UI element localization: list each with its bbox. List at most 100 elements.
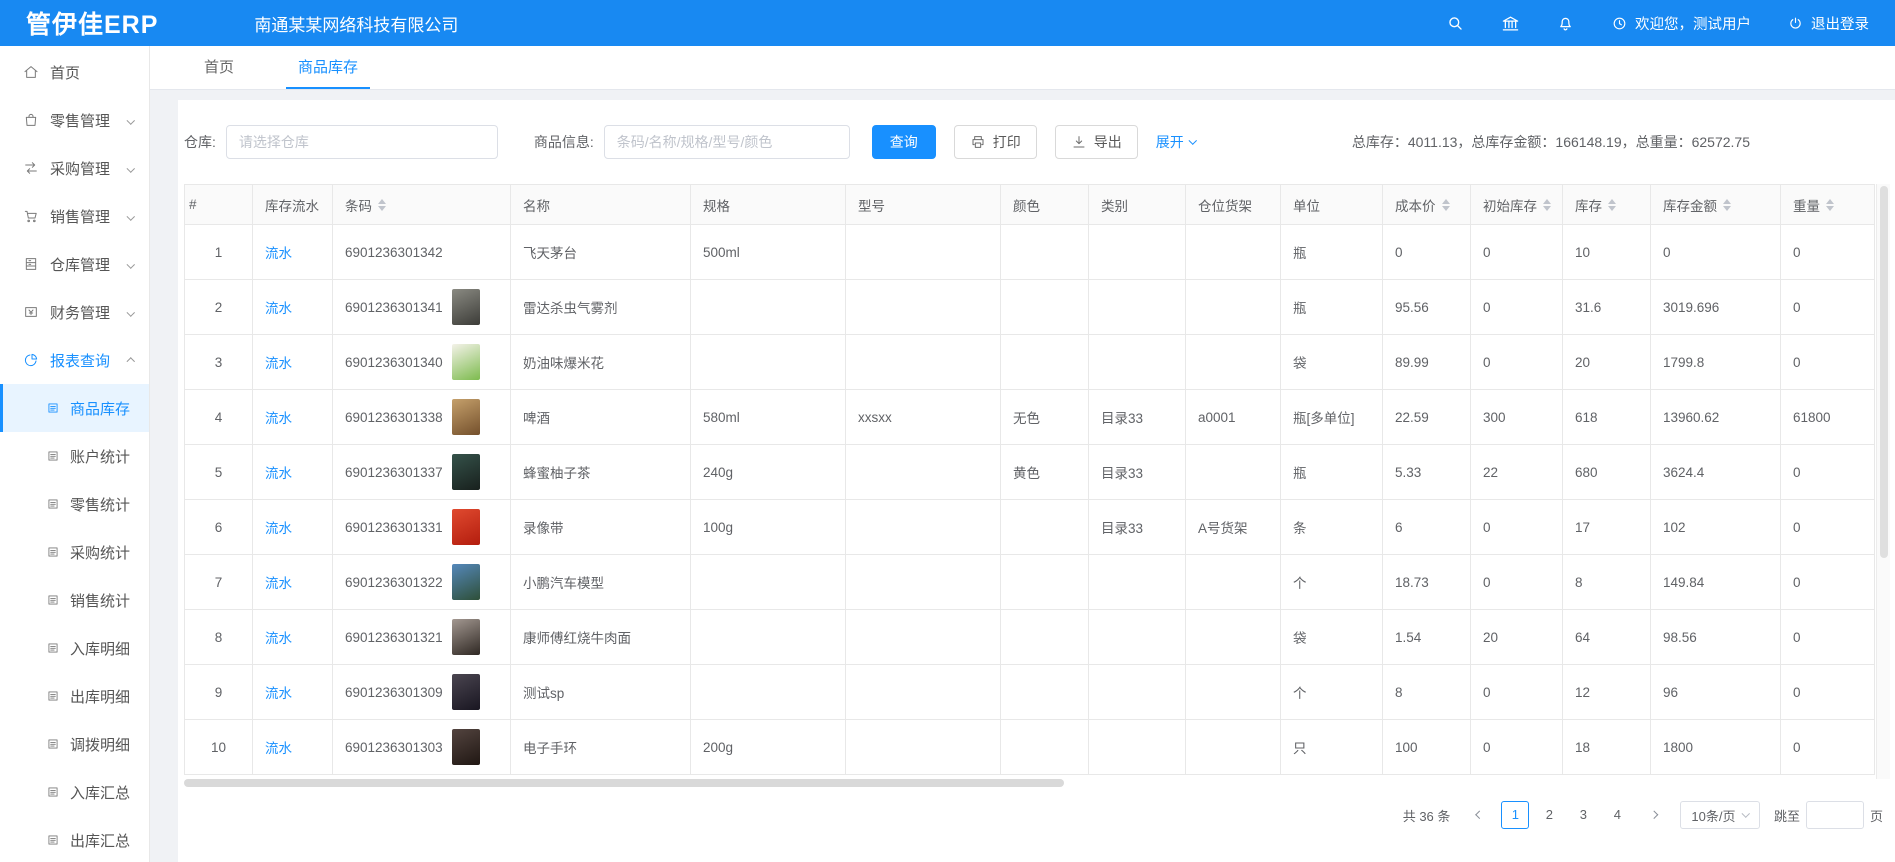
- column-header-6: 颜色: [1001, 185, 1089, 225]
- column-header-5: 型号: [846, 185, 1001, 225]
- page-button-1[interactable]: 1: [1501, 801, 1529, 829]
- sidebar-subitem-outbound-detail[interactable]: 出库明细: [0, 672, 149, 720]
- cell-cost: 100: [1383, 720, 1471, 775]
- flow-link[interactable]: 流水: [265, 741, 292, 756]
- table-row: 1流水6901236301342飞天茅台500ml瓶001000: [185, 225, 1875, 280]
- inventory-summary: 总库存：4011.13，总库存金额：166148.19，总重量：62572.75: [1352, 132, 1750, 152]
- search-button[interactable]: 查询: [872, 125, 936, 159]
- bell-icon[interactable]: [1556, 14, 1575, 33]
- cell-barcode: 6901236301340: [333, 335, 511, 390]
- cell-category: [1089, 225, 1186, 280]
- product-thumbnail[interactable]: [452, 289, 480, 325]
- sidebar-item-finance[interactable]: 财务管理: [0, 288, 149, 336]
- list-icon: [46, 401, 60, 415]
- sidebar-item-sales[interactable]: 销售管理: [0, 192, 149, 240]
- table-row: 9流水6901236301309测试sp个8012960: [185, 665, 1875, 720]
- page-button-2[interactable]: 2: [1535, 801, 1563, 829]
- sidebar-item-home[interactable]: 首页: [0, 48, 149, 96]
- column-header-14: 重量: [1781, 185, 1875, 225]
- product-thumbnail[interactable]: [452, 344, 480, 380]
- cell-weight: 61800: [1781, 390, 1875, 445]
- sidebar-subitem-retail-stats[interactable]: 零售统计: [0, 480, 149, 528]
- list-icon: [46, 593, 60, 607]
- sidebar-subitem-sales-stats[interactable]: 销售统计: [0, 576, 149, 624]
- flow-link[interactable]: 流水: [265, 631, 292, 646]
- sort-icon[interactable]: [1723, 199, 1731, 211]
- product-thumbnail[interactable]: [452, 564, 480, 600]
- cell-unit: 袋: [1281, 335, 1383, 390]
- horizontal-scrollbar-thumb[interactable]: [184, 779, 1064, 787]
- warehouse-select[interactable]: [226, 125, 498, 159]
- logout-button[interactable]: 退出登录: [1787, 13, 1869, 34]
- column-header-12: 库存: [1563, 185, 1651, 225]
- sidebar-item-warehouse[interactable]: 仓库管理: [0, 240, 149, 288]
- page-button-4[interactable]: 4: [1603, 801, 1631, 829]
- report-pie-icon: [23, 352, 39, 368]
- search-icon[interactable]: [1446, 14, 1465, 33]
- horizontal-scrollbar[interactable]: [184, 779, 1874, 787]
- flow-link[interactable]: 流水: [265, 246, 292, 261]
- bank-icon[interactable]: [1501, 14, 1520, 33]
- cell-shelf: [1186, 445, 1281, 500]
- inventory-table-wrap: #库存流水条码名称规格型号颜色类别仓位货架单位成本价初始库存库存库存金额重量 1…: [184, 184, 1890, 787]
- flow-link[interactable]: 流水: [265, 356, 292, 371]
- cell-name: 康师傅红烧牛肉面: [511, 610, 691, 665]
- product-info-input[interactable]: [604, 125, 850, 159]
- product-thumbnail[interactable]: [452, 674, 480, 710]
- cell-stock: 10: [1563, 225, 1651, 280]
- expand-link[interactable]: 展开: [1156, 132, 1196, 152]
- sidebar-subitem-outbound-summary[interactable]: 出库汇总: [0, 816, 149, 862]
- vertical-scrollbar-thumb[interactable]: [1880, 186, 1888, 558]
- sidebar-subitem-purchase-stats[interactable]: 采购统计: [0, 528, 149, 576]
- page-button-3[interactable]: 3: [1569, 801, 1597, 829]
- sidebar-item-reports[interactable]: 报表查询: [0, 336, 149, 384]
- flow-link[interactable]: 流水: [265, 686, 292, 701]
- flow-link[interactable]: 流水: [265, 301, 292, 316]
- cell-unit: 瓶: [1281, 445, 1383, 500]
- cell-stock: 20: [1563, 335, 1651, 390]
- vertical-scrollbar[interactable]: [1876, 184, 1890, 779]
- next-page-button[interactable]: [1640, 801, 1666, 829]
- sidebar-subitem-inbound-detail[interactable]: 入库明细: [0, 624, 149, 672]
- cell-cost: 1.54: [1383, 610, 1471, 665]
- sidebar-item-purchase[interactable]: 采购管理: [0, 144, 149, 192]
- flow-link[interactable]: 流水: [265, 466, 292, 481]
- cell-shelf: [1186, 280, 1281, 335]
- logout-label: 退出登录: [1811, 13, 1869, 34]
- cell-index: 9: [185, 665, 253, 720]
- sidebar-subitem-account-stats[interactable]: 账户统计: [0, 432, 149, 480]
- cell-flow: 流水: [253, 335, 333, 390]
- product-thumbnail[interactable]: [452, 729, 480, 765]
- sidebar-item-retail[interactable]: 零售管理: [0, 96, 149, 144]
- flow-link[interactable]: 流水: [265, 576, 292, 591]
- product-thumbnail[interactable]: [452, 399, 480, 435]
- sidebar-subitem-product-inventory[interactable]: 商品库存: [0, 384, 149, 432]
- cell-barcode: 6901236301341: [333, 280, 511, 335]
- retail-bag-icon: [23, 112, 39, 128]
- sidebar-subitem-inbound-summary[interactable]: 入库汇总: [0, 768, 149, 816]
- cell-model: [846, 335, 1001, 390]
- sort-icon[interactable]: [1442, 199, 1450, 211]
- print-button[interactable]: 打印: [954, 125, 1037, 159]
- sort-icon[interactable]: [378, 199, 386, 211]
- sort-icon[interactable]: [1826, 199, 1834, 211]
- page-size-select[interactable]: 10条/页: [1680, 801, 1760, 829]
- column-header-1: 库存流水: [253, 185, 333, 225]
- sidebar-subitem-transfer-detail[interactable]: 调拨明细: [0, 720, 149, 768]
- prev-page-button[interactable]: [1466, 801, 1492, 829]
- flow-link[interactable]: 流水: [265, 411, 292, 426]
- sort-icon[interactable]: [1543, 199, 1551, 211]
- cell-color: [1001, 720, 1089, 775]
- tab-product-inventory[interactable]: 商品库存: [286, 46, 370, 89]
- product-thumbnail[interactable]: [452, 454, 480, 490]
- cell-name: 啤酒: [511, 390, 691, 445]
- tab-home[interactable]: 首页: [192, 46, 246, 89]
- flow-link[interactable]: 流水: [265, 521, 292, 536]
- product-thumbnail[interactable]: [452, 509, 480, 545]
- export-button[interactable]: 导出: [1055, 125, 1138, 159]
- sort-icon[interactable]: [1608, 199, 1616, 211]
- product-thumbnail[interactable]: [452, 619, 480, 655]
- jump-input[interactable]: [1806, 801, 1864, 829]
- jump-label: 跳至: [1774, 806, 1800, 825]
- welcome-user[interactable]: 欢迎您，测试用户: [1611, 13, 1751, 34]
